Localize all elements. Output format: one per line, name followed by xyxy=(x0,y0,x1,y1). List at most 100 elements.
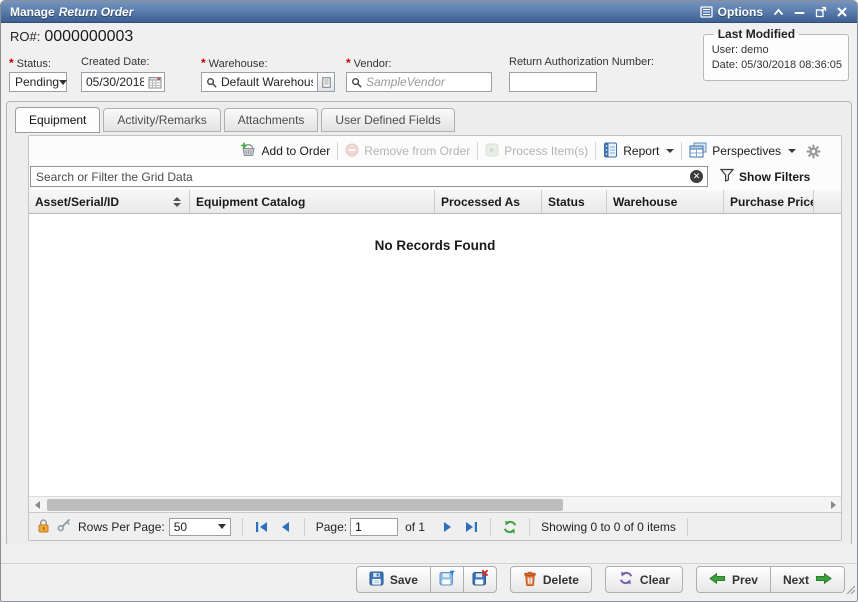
remove-from-order-button[interactable]: Remove from Order xyxy=(345,143,470,160)
toolbar-separator xyxy=(595,142,596,160)
grid-body: No Records Found xyxy=(29,214,841,496)
created-date-label: Created Date: xyxy=(81,56,165,70)
ro-value: 0000000003 xyxy=(44,28,133,45)
created-date-field: Created Date: xyxy=(81,56,165,92)
prev-page-button[interactable] xyxy=(277,519,293,535)
column-header-asset-serial-id[interactable]: Asset/Serial/ID xyxy=(29,190,190,213)
last-modified-date: Date: 05/30/2018 08:36:05 xyxy=(712,58,842,73)
rows-per-page-select[interactable]: 50 xyxy=(169,518,231,536)
next-page-button[interactable] xyxy=(440,519,456,535)
warehouse-input[interactable] xyxy=(217,75,317,89)
column-header-warehouse[interactable]: Warehouse xyxy=(607,190,724,213)
pager-separator xyxy=(304,518,305,536)
show-filters-button[interactable]: Show Filters xyxy=(720,168,810,185)
grid-header: Asset/Serial/ID Equipment Catalog Proces… xyxy=(29,190,841,214)
options-icon[interactable] xyxy=(700,6,713,18)
grid-search-input[interactable] xyxy=(30,166,708,187)
status-value: Pending xyxy=(15,75,59,89)
clear-search-icon[interactable]: ✕ xyxy=(690,170,703,183)
clear-button[interactable]: Clear xyxy=(605,566,683,593)
return-auth-label: Return Authorization Number: xyxy=(509,56,679,70)
close-icon[interactable] xyxy=(837,7,847,17)
arrow-right-icon xyxy=(815,572,832,588)
wrench-icon[interactable] xyxy=(57,518,71,535)
save-and-new-button[interactable] xyxy=(430,566,464,593)
chevron-down-icon xyxy=(666,149,674,153)
warehouse-field: *Warehouse: xyxy=(201,56,335,92)
warehouse-list-button[interactable] xyxy=(317,73,334,91)
column-header-filler xyxy=(814,190,841,213)
tab-equipment[interactable]: Equipment xyxy=(15,107,100,133)
lock-icon[interactable] xyxy=(37,518,50,536)
save-and-close-button[interactable] xyxy=(463,566,497,593)
chevron-down-icon xyxy=(218,524,226,529)
basket-add-icon xyxy=(240,142,257,160)
tab-user-defined-fields[interactable]: User Defined Fields xyxy=(321,108,454,132)
perspectives-button[interactable]: Perspectives xyxy=(689,142,796,161)
report-icon xyxy=(603,142,618,161)
scroll-left-arrow[interactable] xyxy=(29,497,45,512)
return-auth-field: Return Authorization Number: xyxy=(509,56,679,92)
popout-icon[interactable] xyxy=(815,6,827,18)
search-lookup-icon xyxy=(347,77,362,88)
window-title-prefix: Manage xyxy=(10,5,55,19)
scroll-right-arrow[interactable] xyxy=(825,497,841,512)
process-items-button[interactable]: Process Item(s) xyxy=(485,143,588,160)
titlebar-controls: Options xyxy=(700,5,847,19)
required-marker: * xyxy=(346,56,351,70)
toolbar-separator xyxy=(337,142,338,160)
tab-activity-remarks[interactable]: Activity/Remarks xyxy=(103,108,220,132)
column-header-equipment-catalog[interactable]: Equipment Catalog xyxy=(190,190,435,213)
last-modified-legend: Last Modified xyxy=(714,27,799,41)
add-to-order-button[interactable]: Add to Order xyxy=(240,142,331,160)
required-marker: * xyxy=(9,56,14,70)
return-auth-input[interactable] xyxy=(510,75,596,89)
save-button[interactable]: Save xyxy=(356,566,431,593)
created-date-input[interactable] xyxy=(82,75,148,89)
column-header-purchase-price[interactable]: Purchase Price xyxy=(724,190,814,213)
column-header-processed-as[interactable]: Processed As xyxy=(435,190,542,213)
pager-separator xyxy=(687,518,688,536)
calendar-icon[interactable] xyxy=(148,76,164,89)
first-page-button[interactable] xyxy=(254,519,270,535)
options-button[interactable]: Options xyxy=(718,5,763,19)
page-label: Page: xyxy=(316,520,347,534)
pager-separator xyxy=(529,518,530,536)
report-button[interactable]: Report xyxy=(603,142,674,161)
search-lookup-icon xyxy=(202,77,217,88)
prev-button[interactable]: Prev xyxy=(696,566,771,593)
status-select[interactable]: Pending xyxy=(9,72,67,92)
refresh-icon[interactable] xyxy=(502,519,518,535)
save-close-icon xyxy=(472,570,488,589)
tab-attachments[interactable]: Attachments xyxy=(224,108,319,132)
action-buttons: Save Delete xyxy=(356,566,845,593)
scrollbar-thumb[interactable] xyxy=(47,499,563,511)
next-button[interactable]: Next xyxy=(770,566,845,593)
process-icon xyxy=(485,143,499,160)
delete-button[interactable]: Delete xyxy=(510,566,592,593)
horizontal-scrollbar xyxy=(29,496,841,512)
toolbar-separator xyxy=(477,142,478,160)
page-number-input[interactable] xyxy=(350,518,398,536)
tab-panel: Equipment Activity/Remarks Attachments U… xyxy=(6,101,852,546)
window-title: ManageReturn Order xyxy=(10,5,133,19)
trash-icon xyxy=(523,571,537,589)
minimize-icon[interactable] xyxy=(794,7,805,17)
last-page-button[interactable] xyxy=(463,519,479,535)
column-header-status[interactable]: Status xyxy=(542,190,607,213)
grid-search-row: ✕ Show Filters xyxy=(30,165,840,188)
ro-number-row: RO#:0000000003 xyxy=(10,28,133,46)
status-label: Status: xyxy=(17,58,51,70)
grid-toolbar: Add to Order Remove from Order Process I… xyxy=(29,138,841,164)
resize-grip[interactable] xyxy=(845,581,855,599)
chevron-down-icon xyxy=(788,149,796,153)
scrollbar-track[interactable] xyxy=(45,499,825,511)
action-bar: Save Delete xyxy=(1,544,857,601)
grid-settings-gear-icon[interactable] xyxy=(806,144,821,159)
pager-summary: Showing 0 to 0 of 0 items xyxy=(541,520,676,534)
required-marker: * xyxy=(201,56,206,70)
nav-button-group: Prev Next xyxy=(696,566,845,593)
perspectives-icon xyxy=(689,142,707,161)
vendor-input[interactable] xyxy=(362,75,491,89)
collapse-icon[interactable] xyxy=(773,7,784,17)
